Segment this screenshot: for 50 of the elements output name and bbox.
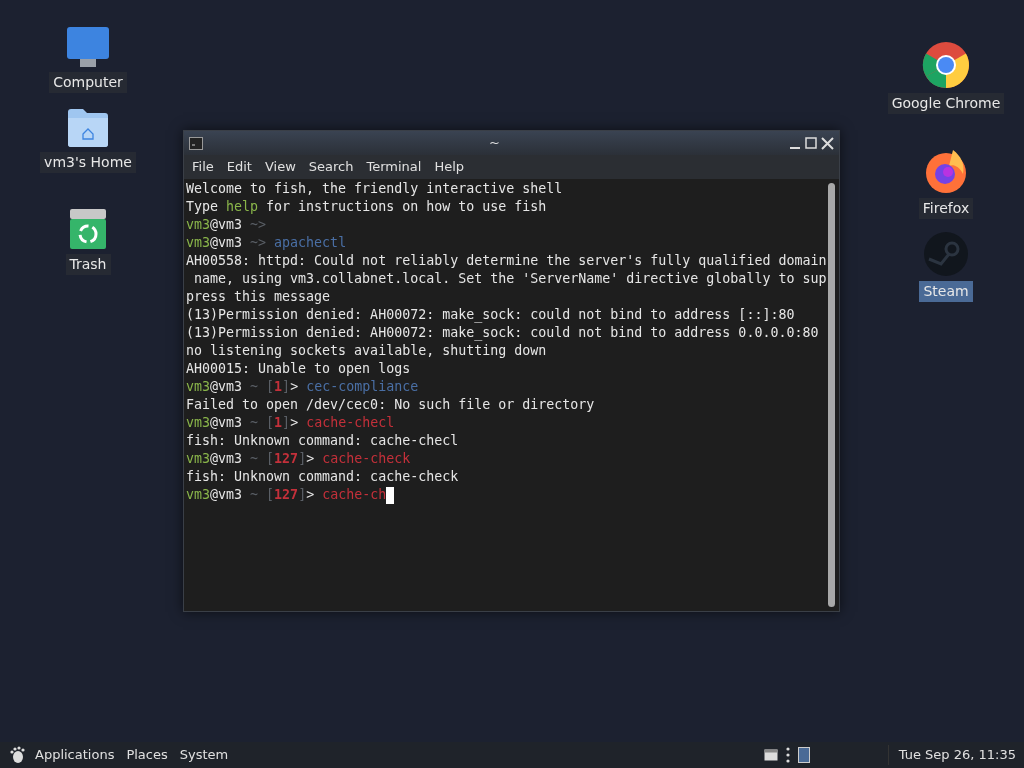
menu-item[interactable]: Help — [429, 157, 470, 177]
window-list-icon[interactable] — [763, 749, 778, 761]
terminal-line: name, using vm3.collabnet.local. Set the 'ServerName' directive globally to sup — [193, 270, 827, 288]
menu-item[interactable]: Search — [303, 157, 359, 177]
terminal-line: vm3@vm3 ~ [1]> cec-compliance — [186, 378, 419, 396]
terminal-line: fish: Unknown command: cache-checl — [186, 432, 459, 450]
terminal-line: vm3@vm3 ~ [127]> cache-check — [186, 450, 411, 468]
menu-item[interactable]: Edit — [221, 157, 257, 177]
terminal-line: Failed to open /dev/cec0: No such file or directory — [186, 396, 595, 414]
terminal-line: Type help for instructions on how to use fish — [186, 198, 547, 216]
panel-menu[interactable]: Places — [122, 745, 172, 765]
terminal-line: no listening sockets available, shutting down — [186, 342, 547, 360]
desktop-icon-label[interactable]: Firefox — [918, 198, 974, 219]
handle-icon[interactable] — [785, 747, 790, 763]
desktop-icon-label[interactable]: Trash — [65, 254, 111, 275]
close-icon[interactable] — [821, 136, 834, 150]
terminal-line: vm3@vm3 ~ [127]> cache-ch — [186, 486, 395, 504]
clock[interactable]: Tue Sep 26, 11:35 — [887, 745, 1016, 765]
panel-menu[interactable]: Applications — [31, 745, 119, 765]
foot-logo-icon[interactable] — [8, 746, 26, 764]
fox-logo-icon — [923, 148, 969, 194]
desktop-icon-label[interactable]: vm3's Home — [40, 152, 136, 173]
terminal-line: (13)Permission denied: AH00072: make_sock: could not bind to address [::]:80 — [186, 306, 795, 324]
browser-logo-icon — [922, 41, 970, 89]
menu-item[interactable]: Terminal — [361, 157, 427, 177]
trash-icon — [69, 208, 107, 250]
panel-menu[interactable]: System — [175, 745, 233, 765]
text-cursor — [386, 486, 395, 504]
desktop-icon-label[interactable]: Google Chrome — [887, 93, 1005, 114]
terminal-line: AH00558: httpd: Could not reliably determine the server's fully qualified domain — [186, 252, 827, 270]
scrollbar[interactable] — [828, 183, 835, 607]
menu-item[interactable]: File — [187, 157, 219, 177]
monitor-icon — [66, 26, 110, 68]
terminal-line: vm3@vm3 ~> apachectl — [186, 234, 347, 252]
terminal-line: (13)Permission denied: AH00072: make_sock: could not bind to address 0.0.0.0:80 — [186, 324, 819, 342]
desktop-icon-label[interactable]: Computer — [49, 72, 127, 93]
menu-item[interactable]: View — [259, 157, 301, 177]
terminal-line: AH00015: Unable to open logs — [186, 360, 411, 378]
folder-icon — [67, 108, 109, 148]
steam-logo-icon — [923, 231, 969, 277]
terminal-line: press this message — [186, 288, 331, 306]
maximize-icon[interactable] — [805, 137, 817, 149]
window-title: ~ — [489, 134, 500, 153]
terminal-line: Welcome to fish, the friendly interactive shell — [186, 180, 563, 198]
workspace-icon[interactable] — [797, 747, 810, 763]
terminal-line: vm3@vm3 ~ [1]> cache-checl — [186, 414, 395, 432]
terminal-line: fish: Unknown command: cache-check — [186, 468, 459, 486]
terminal-line: vm3@vm3 ~> — [186, 216, 267, 234]
desktop-icon-label[interactable]: Steam — [919, 281, 973, 302]
terminal-icon — [189, 136, 203, 150]
